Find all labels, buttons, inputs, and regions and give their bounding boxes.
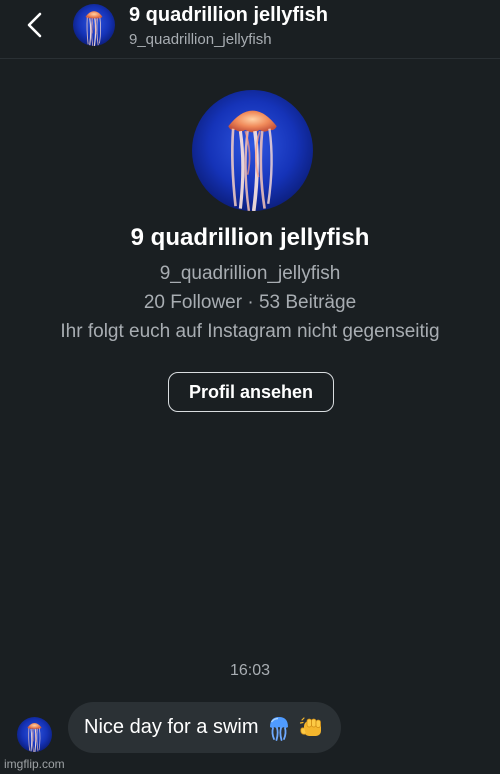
- chevron-left-icon: [27, 12, 42, 38]
- back-button[interactable]: [20, 9, 52, 41]
- profile-stats: 20 Follower · 53 Beiträge: [143, 292, 357, 313]
- watermark: imgflip.com: [4, 757, 65, 771]
- view-profile-button[interactable]: Profil ansehen: [168, 372, 334, 412]
- header-username[interactable]: 9_quadrillion_jellyfish: [129, 31, 272, 48]
- message-text: Nice day for a swim: [84, 716, 259, 738]
- jellyfish-avatar-icon: [73, 4, 115, 46]
- profile-name: 9 quadrillion jellyfish: [130, 224, 370, 251]
- follow-status-text: Ihr folgt euch auf Instagram nicht gegen…: [60, 321, 440, 342]
- jellyfish-avatar-icon: [192, 90, 313, 211]
- message-timestamp: 16:03: [229, 662, 271, 679]
- chat-header: 9 quadrillion jellyfish 9_quadrillion_je…: [0, 0, 500, 59]
- jellyfish-emoji-icon: [267, 715, 291, 741]
- header-avatar[interactable]: [73, 4, 115, 46]
- profile-username: 9_quadrillion_jellyfish: [159, 263, 341, 284]
- jellyfish-avatar-icon: [17, 717, 52, 752]
- message-bubble[interactable]: Nice day for a swim: [68, 702, 341, 753]
- header-title[interactable]: 9 quadrillion jellyfish: [129, 4, 328, 27]
- sender-avatar[interactable]: [17, 717, 52, 752]
- profile-avatar[interactable]: [192, 90, 313, 211]
- fist-bump-emoji-icon: [299, 716, 325, 740]
